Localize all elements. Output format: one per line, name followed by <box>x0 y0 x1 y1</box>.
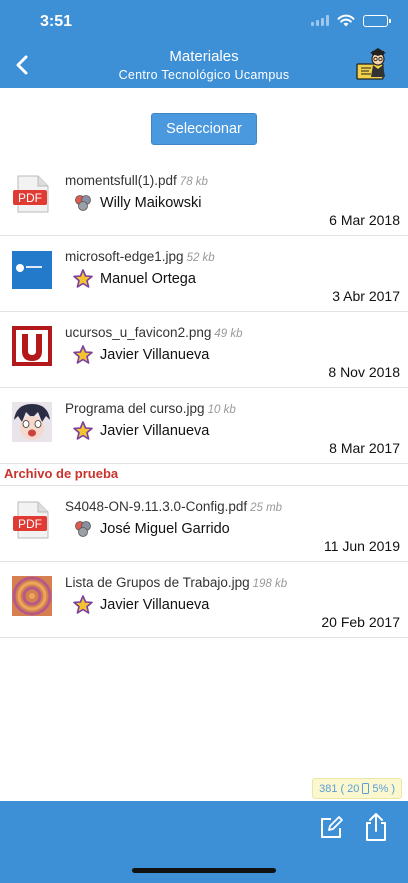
star-icon <box>73 595 93 614</box>
uploader-name: Javier Villanueva <box>100 347 210 363</box>
item-count: 381 <box>319 782 338 795</box>
pdf-file-icon: PDF <box>12 500 52 540</box>
status-icons <box>311 14 391 27</box>
file-size: 25 mb <box>250 502 283 514</box>
teacher-avatar-icon[interactable] <box>354 47 390 81</box>
list-item[interactable]: ucursos_u_favicon2.png 49 kb Javier Villa… <box>0 312 408 388</box>
signal-icon <box>311 15 329 26</box>
image-thumbnail <box>12 326 52 366</box>
list-item[interactable]: PDF momentsfull(1).pdf 78 kb Willy Maikow… <box>0 160 408 236</box>
share-icon[interactable] <box>363 812 389 842</box>
file-name: Programa del curso.jpg <box>65 401 205 416</box>
file-size: 198 kb <box>252 578 288 590</box>
select-button[interactable]: Seleccionar <box>151 113 257 145</box>
file-date: 6 Mar 2018 <box>329 212 400 228</box>
image-thumbnail <box>12 576 52 616</box>
item-count-badge: 381 ( 20 5% ) <box>312 778 402 799</box>
list-item[interactable]: Lista de Grupos de Trabajo.jpg 198 kb Jav… <box>0 562 408 638</box>
uploader-name: José Miguel Garrido <box>100 521 230 537</box>
list-item[interactable]: PDF S4048-ON-9.11.3.0-Config.pdf 25 mb Jo… <box>0 486 408 562</box>
group-icon <box>75 521 91 537</box>
phone-icon <box>362 783 370 794</box>
file-list: PDF momentsfull(1).pdf 78 kb Willy Maikow… <box>0 160 408 638</box>
file-name: ucursos_u_favicon2.png <box>65 325 212 340</box>
uploader-name: Manuel Ortega <box>100 271 196 287</box>
file-name: momentsfull(1).pdf <box>65 173 177 188</box>
file-name: S4048-ON-9.11.3.0-Config.pdf <box>65 499 248 514</box>
status-time: 3:51 <box>40 13 73 30</box>
file-name: microsoft-edge1.jpg <box>65 249 184 264</box>
file-date: 20 Feb 2017 <box>321 614 400 630</box>
image-thumbnail <box>12 402 52 442</box>
home-indicator <box>132 868 276 873</box>
wifi-icon <box>337 14 355 27</box>
navigation-bar: 3:51 Materiales Centro Tecnológico Ucamp… <box>0 0 408 88</box>
item-subcount: 20 <box>347 782 360 795</box>
file-size: 49 kb <box>214 328 243 340</box>
star-icon <box>73 345 93 364</box>
uploader-name: Javier Villanueva <box>100 597 210 613</box>
page-title: Materiales <box>169 48 239 65</box>
image-thumbnail <box>12 250 52 290</box>
file-date: 8 Mar 2017 <box>329 440 400 456</box>
section-header: Archivo de prueba <box>0 464 408 486</box>
star-icon <box>73 269 93 288</box>
pdf-file-icon: PDF <box>12 174 52 214</box>
svg-text:PDF: PDF <box>18 191 42 205</box>
file-name: Lista de Grupos de Trabajo.jpg <box>65 575 250 590</box>
file-date: 8 Nov 2018 <box>328 364 400 380</box>
file-date: 11 Jun 2019 <box>323 538 400 554</box>
uploader-name: Willy Maikowski <box>100 195 202 211</box>
svg-text:PDF: PDF <box>18 517 42 531</box>
page-subtitle: Centro Tecnológico Ucampus <box>118 68 290 82</box>
file-date: 3 Abr 2017 <box>332 288 400 304</box>
battery-icon <box>363 14 391 27</box>
file-size: 78 kb <box>179 176 208 188</box>
star-icon <box>73 421 93 440</box>
list-item[interactable]: microsoft-edge1.jpg 52 kb Manuel Ortega 3… <box>0 236 408 312</box>
file-size: 52 kb <box>186 252 215 264</box>
edit-icon[interactable] <box>318 815 344 841</box>
file-size: 10 kb <box>207 404 236 416</box>
list-item[interactable]: Programa del curso.jpg 10 kb Javier Villa… <box>0 388 408 464</box>
group-icon <box>75 195 91 211</box>
item-percent: 5% <box>372 782 389 795</box>
uploader-name: Javier Villanueva <box>100 423 210 439</box>
